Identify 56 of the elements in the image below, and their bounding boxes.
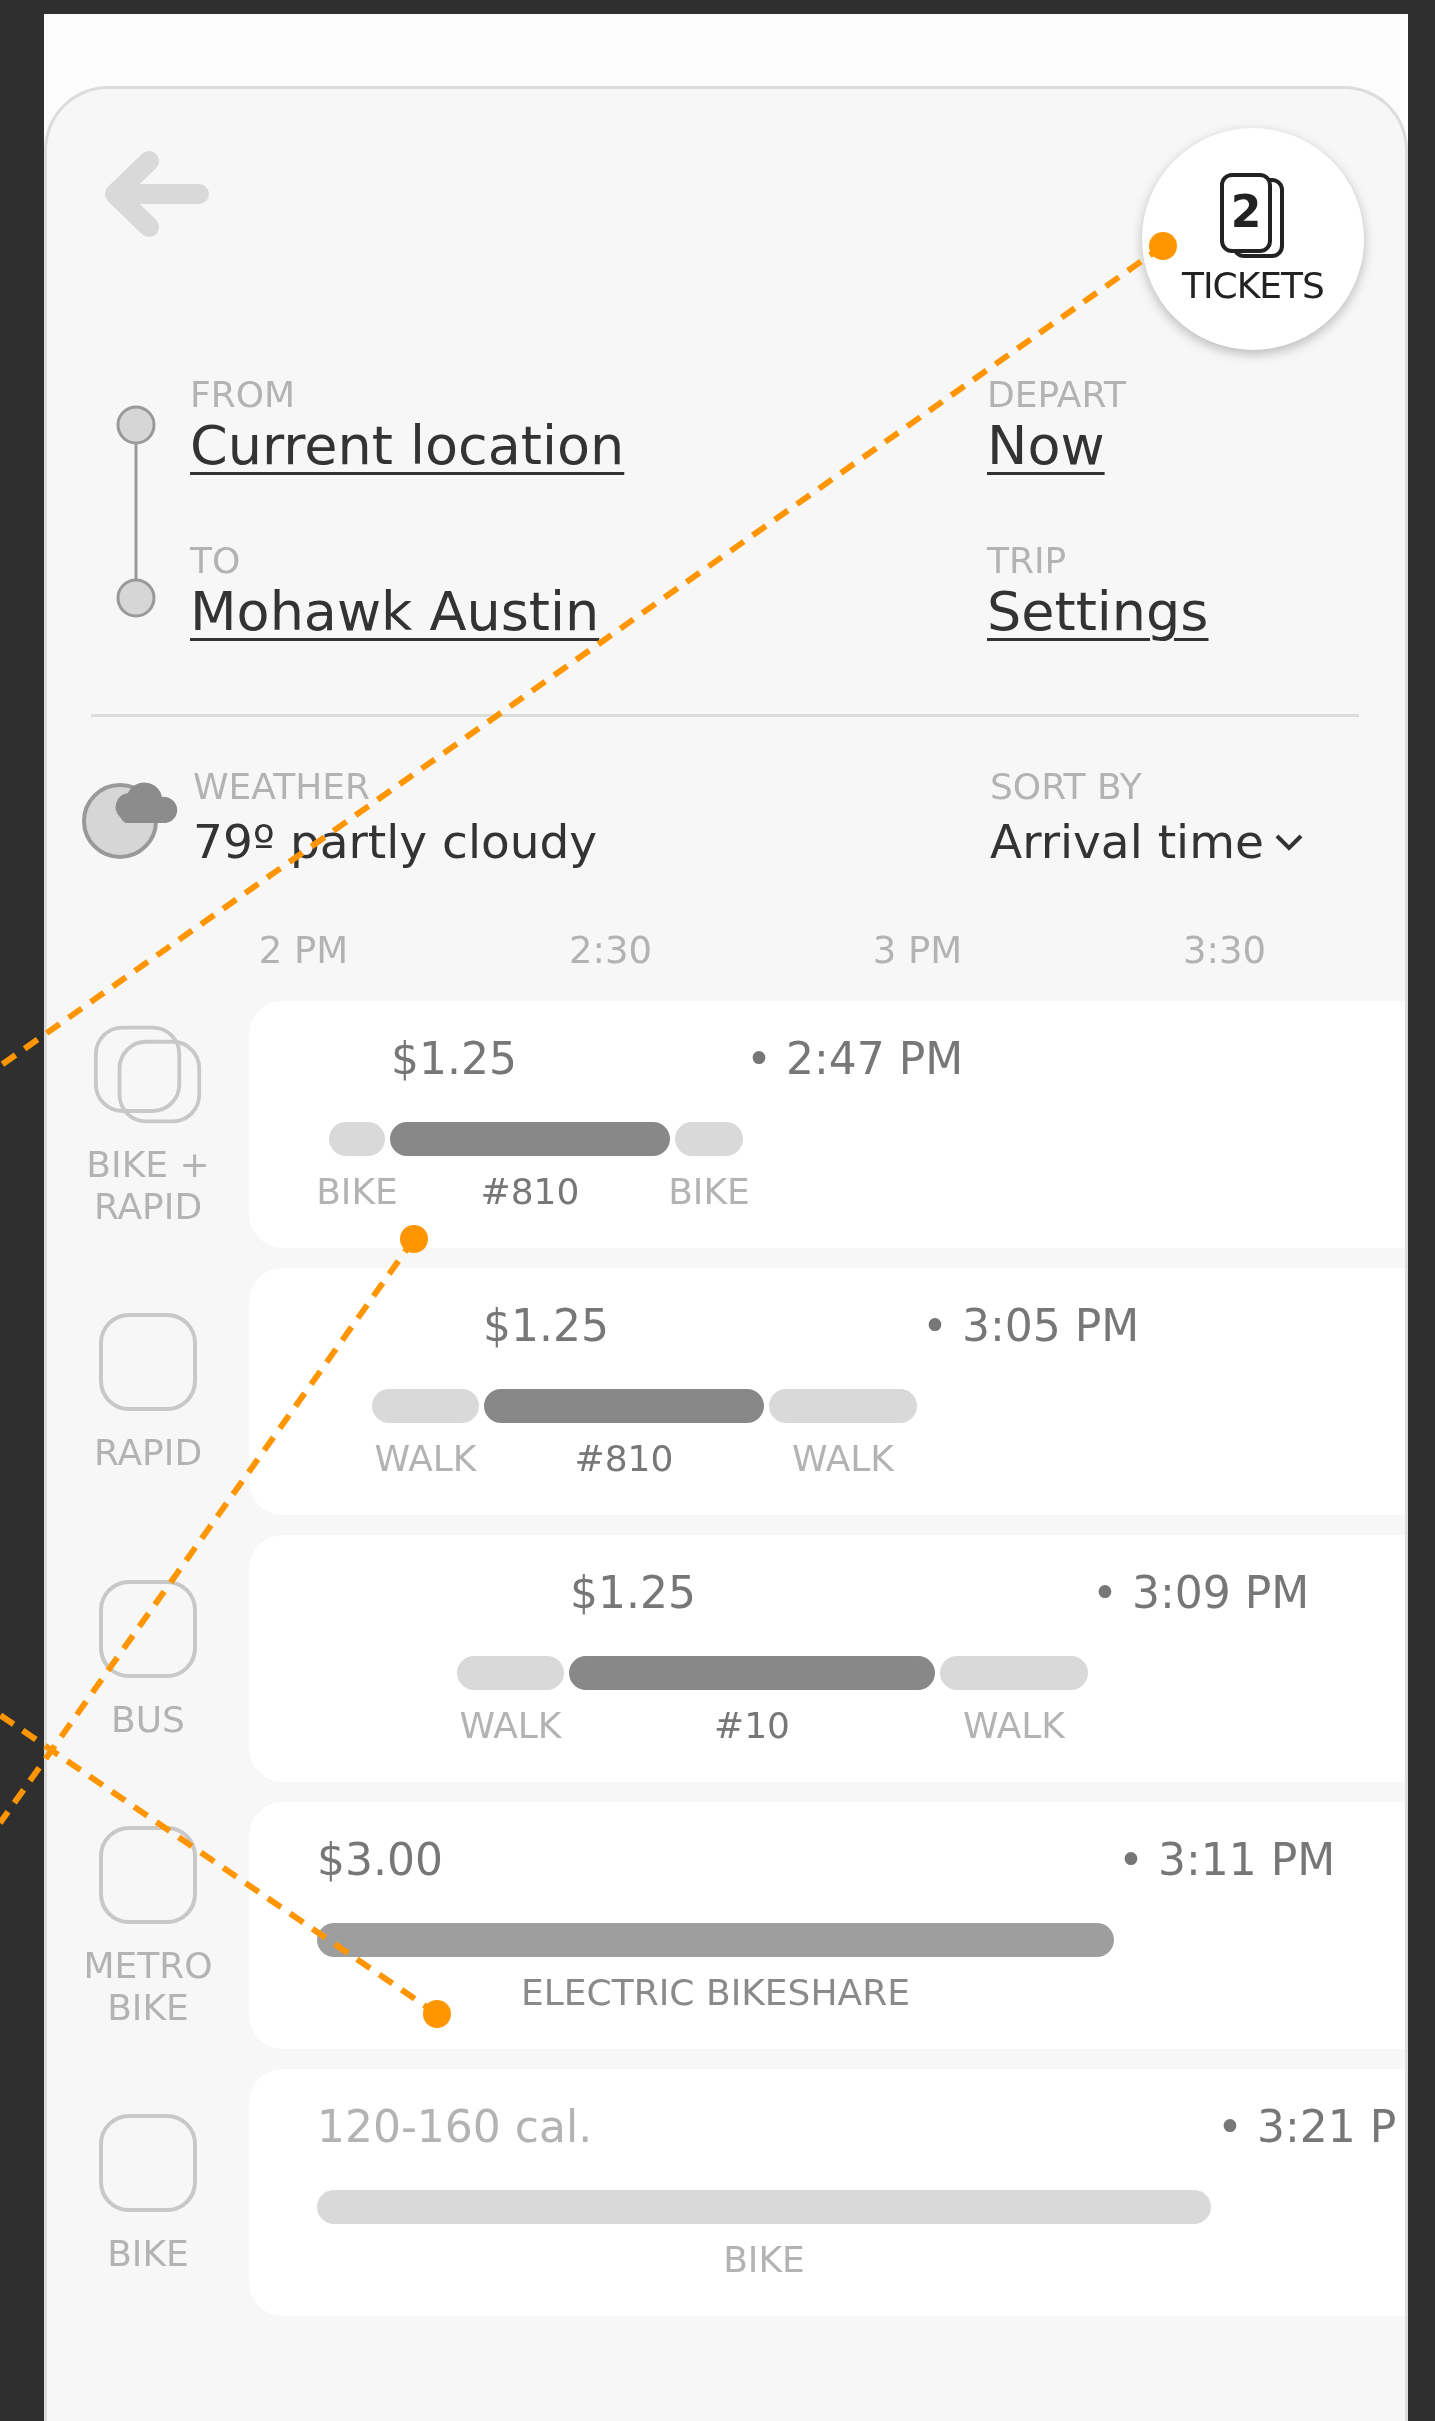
mode-label: BIKE <box>106 2232 190 2275</box>
field-label: TRIP <box>987 541 1068 581</box>
trip-option-card[interactable]: $1.25 • 2:47 PM BIKE #810 BIKE <box>249 1001 1405 1248</box>
arrival-time: • 3:11 PM <box>1118 1835 1336 1885</box>
field-label: WEATHER <box>193 767 371 807</box>
time-axis-label: 3:30 <box>1182 931 1267 971</box>
mode-label: BIKE + RAPID <box>85 1143 211 1228</box>
time-axis-label: 2:30 <box>568 931 653 971</box>
arrival-time: • 2:47 PM <box>746 1034 964 1084</box>
segment-label: #810 <box>480 1172 580 1212</box>
segment-label: WALK <box>374 1439 477 1479</box>
leg-segment <box>329 1122 385 1156</box>
price-text: $1.25 <box>391 1034 518 1084</box>
tickets-button[interactable]: 2 TICKETS <box>1142 128 1364 350</box>
chevron-down-icon <box>1273 832 1304 852</box>
mode-label: METRO BIKE <box>82 1944 214 2029</box>
segment-label: #810 <box>574 1439 674 1479</box>
mode-icon <box>98 1311 198 1412</box>
field-label: SORT BY <box>990 767 1143 807</box>
trip-option-card[interactable]: $1.25 • 3:09 PM WALK #10 WALK <box>249 1535 1405 1782</box>
price-text: $1.25 <box>570 1568 697 1618</box>
calories-text: 120-160 cal. <box>317 2102 594 2152</box>
price-text: $1.25 <box>483 1301 610 1351</box>
segment-label: WALK <box>963 1706 1065 1746</box>
trip-option-card[interactable]: $1.25 • 3:05 PM WALK #810 WALK <box>249 1268 1405 1515</box>
field-label: TO <box>190 541 242 581</box>
segment-label: BIKE <box>723 2240 805 2280</box>
segment-label: BIKE <box>668 1172 750 1212</box>
segment-label: BIKE <box>316 1172 398 1212</box>
arrival-time: • 3:09 PM <box>1092 1568 1310 1618</box>
segment-label: WALK <box>792 1439 894 1479</box>
trip-option-card[interactable]: 120-160 cal. • 3:21 P BIKE <box>249 2069 1405 2316</box>
price-text: $3.00 <box>317 1835 444 1885</box>
weather-text: 79º partly cloudy <box>193 815 599 869</box>
mode-icon <box>98 1824 198 1925</box>
mode-icon <box>98 1578 198 1679</box>
origin-link[interactable]: Current location <box>190 415 625 477</box>
sort-dropdown[interactable]: Arrival time <box>990 815 1304 869</box>
segment-label: WALK <box>459 1706 562 1746</box>
field-label: FROM <box>190 375 297 415</box>
trip-option-card[interactable]: $3.00 • 3:11 PM ELECTRIC BIKESHARE <box>249 1802 1405 2049</box>
segment-label: ELECTRIC BIKESHARE <box>521 1973 910 2013</box>
mode-icon <box>98 2112 198 2213</box>
arrival-time: • 3:21 P <box>1217 2102 1397 2152</box>
field-label: DEPART <box>987 375 1127 415</box>
leg-segment <box>675 1122 743 1156</box>
trip-settings-link[interactable]: Settings <box>987 581 1209 643</box>
arrival-time: • 3:05 PM <box>922 1301 1140 1351</box>
segment-label: #10 <box>714 1706 790 1746</box>
mode-label: RAPID <box>92 1431 204 1474</box>
destination-link[interactable]: Mohawk Austin <box>190 581 600 643</box>
depart-time-link[interactable]: Now <box>987 415 1105 477</box>
time-axis-label: 3 PM <box>872 931 963 971</box>
time-axis-label: 2 PM <box>258 931 349 971</box>
mode-label: BUS <box>110 1698 186 1741</box>
ticket-count: 2 <box>1229 185 1263 239</box>
